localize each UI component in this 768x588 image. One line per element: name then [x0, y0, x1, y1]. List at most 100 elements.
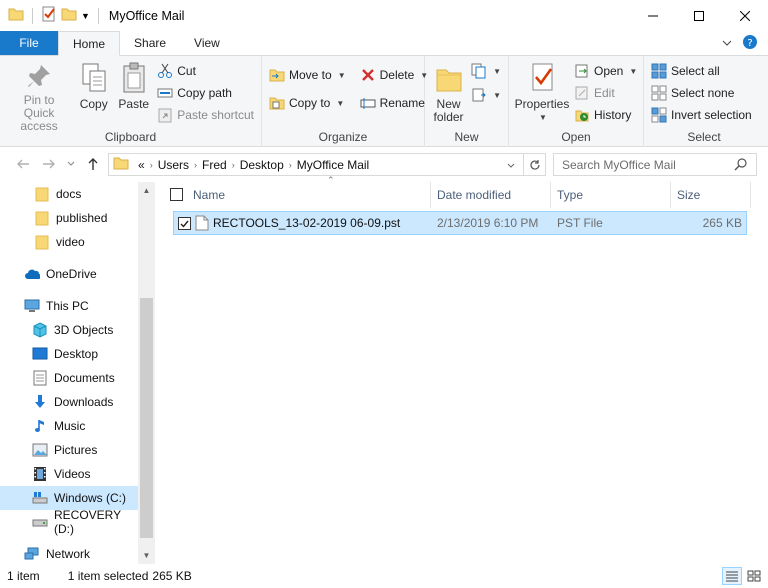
nav-item-label: OneDrive: [46, 267, 97, 281]
close-button[interactable]: [722, 0, 768, 31]
breadcrumb-users[interactable]: Users: [158, 158, 189, 172]
select-all-button[interactable]: Select all: [648, 62, 755, 80]
file-type: PST File: [557, 216, 603, 230]
select-all-checkbox[interactable]: [170, 188, 183, 201]
breadcrumb-fred[interactable]: Fred: [202, 158, 227, 172]
navigation-pane: docs published video OneDrive This PC 3D…: [0, 182, 155, 564]
folder-icon: [34, 234, 50, 250]
edit-button[interactable]: Edit: [571, 84, 640, 102]
new-item-button[interactable]: ▼: [468, 62, 504, 80]
details-view-button[interactable]: [722, 567, 742, 585]
column-header-type[interactable]: Type: [551, 182, 671, 208]
cloud-icon: [24, 266, 40, 282]
scrollbar-thumb[interactable]: [140, 298, 153, 538]
refresh-button[interactable]: [523, 154, 545, 175]
select-group: Select all Select none Invert selection …: [644, 56, 764, 147]
table-row[interactable]: RECTOOLS_13-02-2019 06-09.pst 2/13/2019 …: [173, 211, 747, 235]
help-icon[interactable]: ?: [742, 34, 758, 53]
column-header-size[interactable]: Size: [671, 182, 751, 208]
nav-item-pictures[interactable]: Pictures: [0, 438, 138, 462]
nav-item-label: Documents: [54, 371, 115, 385]
breadcrumb-separator-icon[interactable]: ›: [289, 160, 292, 170]
row-checkbox[interactable]: [178, 217, 191, 230]
tab-file[interactable]: File: [0, 31, 58, 55]
tab-share[interactable]: Share: [120, 31, 180, 55]
copy-to-button[interactable]: Copy to ▼: [266, 94, 349, 112]
breadcrumb-separator-icon[interactable]: ›: [150, 160, 153, 170]
column-header-name[interactable]: Name ⌃: [187, 175, 431, 208]
nav-item-this-pc[interactable]: This PC: [0, 294, 138, 318]
nav-scrollbar[interactable]: ▲ ▼: [138, 182, 155, 564]
breadcrumb-overflow[interactable]: «: [138, 158, 145, 172]
details-view-icon: [726, 571, 738, 582]
cube-icon: [32, 322, 48, 338]
nav-item-desktop[interactable]: Desktop: [0, 342, 138, 366]
back-button[interactable]: [12, 153, 34, 175]
open-group: Properties ▼ Open ▼ Edit History Open: [509, 56, 644, 147]
breadcrumb-separator-icon[interactable]: ›: [194, 160, 197, 170]
column-header-date[interactable]: Date modified: [431, 182, 551, 208]
nav-item-docs[interactable]: docs: [0, 182, 138, 206]
chevron-down-icon[interactable]: [722, 36, 732, 50]
easy-access-button[interactable]: ▼: [468, 86, 504, 104]
tab-home[interactable]: Home: [58, 31, 121, 56]
nav-item-onedrive[interactable]: OneDrive: [0, 262, 138, 286]
scroll-down-icon[interactable]: ▼: [138, 547, 155, 564]
minimize-button[interactable]: [630, 0, 676, 31]
paste-button[interactable]: Paste: [113, 60, 154, 129]
history-button[interactable]: History: [571, 106, 640, 124]
select-none-button[interactable]: Select none: [648, 84, 755, 102]
nav-item-recovery-d[interactable]: RECOVERY (D:): [0, 508, 138, 536]
nav-item-label: docs: [56, 187, 82, 201]
maximize-button[interactable]: [676, 0, 722, 31]
address-dropdown-icon[interactable]: [507, 158, 515, 172]
paste-shortcut-label: Paste shortcut: [177, 108, 254, 122]
copy-button[interactable]: Copy: [74, 60, 113, 129]
desktop-icon: [32, 346, 48, 362]
up-button[interactable]: [82, 153, 104, 175]
new-folder-icon[interactable]: [61, 6, 77, 25]
invert-selection-button[interactable]: Invert selection: [648, 106, 755, 124]
rename-button[interactable]: Rename: [357, 94, 432, 112]
forward-button[interactable]: [38, 153, 60, 175]
quick-access-toolbar: ▼: [0, 6, 103, 25]
caret-down-icon: ▼: [337, 70, 346, 80]
nav-item-music[interactable]: Music: [0, 414, 138, 438]
breadcrumb-desktop[interactable]: Desktop: [240, 158, 284, 172]
nav-item-3d-objects[interactable]: 3D Objects: [0, 318, 138, 342]
copy-path-button[interactable]: Copy path: [154, 84, 257, 102]
nav-item-video[interactable]: video: [0, 230, 138, 254]
drive-icon: [32, 490, 48, 506]
delete-button[interactable]: Delete ▼: [357, 66, 432, 84]
copy-to-icon: [269, 95, 285, 111]
properties-button[interactable]: Properties ▼: [513, 60, 571, 129]
nav-item-published[interactable]: published: [0, 206, 138, 230]
address-bar[interactable]: « › Users › Fred › Desktop › MyOffice Ma…: [108, 153, 546, 176]
nav-item-network[interactable]: Network: [0, 542, 138, 566]
status-bar: 1 item 1 item selected 265 KB: [0, 564, 768, 588]
large-icons-view-button[interactable]: [744, 567, 764, 585]
nav-item-downloads[interactable]: Downloads: [0, 390, 138, 414]
caret-down-icon: ▼: [493, 90, 501, 100]
recent-locations-button[interactable]: [60, 153, 82, 175]
search-input[interactable]: Search MyOffice Mail: [553, 153, 757, 176]
move-to-button[interactable]: Move to ▼: [266, 66, 349, 84]
clipboard-group-label: Clipboard: [104, 130, 157, 144]
nav-item-videos[interactable]: Videos: [0, 462, 138, 486]
open-button[interactable]: Open ▼: [571, 62, 640, 80]
properties-icon[interactable]: [41, 6, 57, 25]
paste-shortcut-button[interactable]: Paste shortcut: [154, 106, 257, 124]
pin-to-quick-access-button[interactable]: Pin to Quick access: [4, 60, 74, 133]
new-folder-button[interactable]: New folder: [429, 60, 468, 129]
tab-view[interactable]: View: [180, 31, 234, 55]
breadcrumb-separator-icon[interactable]: ›: [232, 160, 235, 170]
separator: [32, 7, 33, 24]
search-icon[interactable]: [734, 157, 748, 174]
cut-button[interactable]: Cut: [154, 62, 257, 80]
breadcrumb-myoffice-mail[interactable]: MyOffice Mail: [297, 158, 369, 172]
history-label: History: [594, 108, 632, 122]
customize-toolbar-icon[interactable]: ▼: [81, 11, 90, 21]
scroll-up-icon[interactable]: ▲: [138, 182, 155, 199]
nav-item-windows-c[interactable]: Windows (C:): [0, 486, 138, 510]
nav-item-documents[interactable]: Documents: [0, 366, 138, 390]
